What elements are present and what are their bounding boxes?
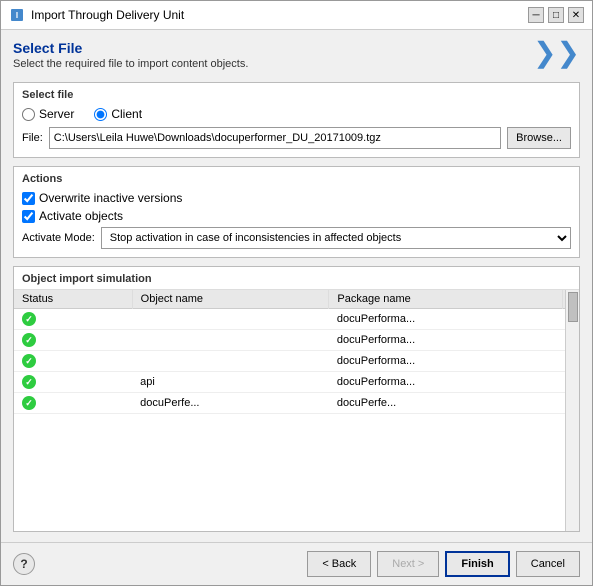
client-radio-item[interactable]: Client bbox=[94, 107, 142, 121]
package-name-cell: docuPerforma... bbox=[329, 330, 563, 351]
minimize-button[interactable]: ─ bbox=[528, 7, 544, 23]
finish-button[interactable]: Finish bbox=[445, 551, 509, 577]
package-name-cell: docuPerfe... bbox=[329, 393, 563, 414]
close-button[interactable]: ✕ bbox=[568, 7, 584, 23]
activate-checkbox-row[interactable]: Activate objects bbox=[22, 209, 571, 223]
object-name-cell: api bbox=[132, 372, 329, 393]
status-icon: ✓ bbox=[22, 333, 36, 347]
server-radio-label: Server bbox=[39, 107, 74, 121]
window-icon: I bbox=[9, 7, 25, 23]
table-row: ✓ api docuPerforma... bbox=[14, 372, 579, 393]
status-cell: ✓ bbox=[14, 351, 132, 372]
status-cell: ✓ bbox=[14, 309, 132, 330]
client-radio-label: Client bbox=[111, 107, 142, 121]
nav-buttons: < Back Next > Finish Cancel bbox=[307, 551, 580, 577]
overwrite-checkbox-row[interactable]: Overwrite inactive versions bbox=[22, 191, 571, 205]
page-header: Select File Select the required file to … bbox=[13, 40, 248, 70]
activate-label: Activate objects bbox=[39, 209, 123, 223]
server-radio[interactable] bbox=[22, 108, 35, 121]
select-file-group: Select file Server Client File: Browse..… bbox=[13, 82, 580, 158]
activate-mode-row: Activate Mode: Stop activation in case o… bbox=[22, 227, 571, 249]
col-object-name: Object name bbox=[132, 290, 329, 309]
title-bar: I Import Through Delivery Unit ─ □ ✕ bbox=[1, 1, 592, 30]
next-button[interactable]: Next > bbox=[377, 551, 439, 577]
scrollbar-track[interactable] bbox=[565, 290, 579, 531]
status-cell: ✓ bbox=[14, 372, 132, 393]
page-title: Select File bbox=[13, 40, 248, 56]
page-subtitle: Select the required file to import conte… bbox=[13, 58, 248, 70]
page-header-section: Select File Select the required file to … bbox=[13, 40, 580, 74]
source-selection: Server Client bbox=[22, 107, 571, 121]
package-name-cell: docuPerforma... bbox=[329, 351, 563, 372]
package-name-cell: docuPerforma... bbox=[329, 372, 563, 393]
object-name-cell bbox=[132, 351, 329, 372]
object-name-cell bbox=[132, 330, 329, 351]
activate-mode-select[interactable]: Stop activation in case of inconsistenci… bbox=[101, 227, 571, 249]
server-radio-item[interactable]: Server bbox=[22, 107, 74, 121]
col-package-name: Package name bbox=[329, 290, 563, 309]
table-header-row: Status Object name Package name bbox=[14, 290, 579, 309]
col-status: Status bbox=[14, 290, 132, 309]
status-cell: ✓ bbox=[14, 393, 132, 414]
file-label: File: bbox=[22, 132, 43, 144]
file-row: File: Browse... bbox=[22, 127, 571, 149]
navigation-arrow-icon: ❯❯ bbox=[533, 36, 580, 69]
browse-button[interactable]: Browse... bbox=[507, 127, 571, 149]
activate-mode-label: Activate Mode: bbox=[22, 232, 95, 244]
file-input[interactable] bbox=[49, 127, 501, 149]
status-cell: ✓ bbox=[14, 330, 132, 351]
overwrite-checkbox[interactable] bbox=[22, 192, 35, 205]
table-row: ✓ docuPerfe... docuPerfe... bbox=[14, 393, 579, 414]
actions-group: Actions Overwrite inactive versions Acti… bbox=[13, 166, 580, 258]
simulation-table: Status Object name Package name ✓ docuPe… bbox=[14, 290, 579, 414]
bottom-bar: ? < Back Next > Finish Cancel bbox=[1, 542, 592, 585]
simulation-label: Object import simulation bbox=[14, 267, 579, 289]
table-row: ✓ docuPerforma... bbox=[14, 309, 579, 330]
help-button[interactable]: ? bbox=[13, 553, 35, 575]
status-icon: ✓ bbox=[22, 375, 36, 389]
simulation-table-wrapper[interactable]: Status Object name Package name ✓ docuPe… bbox=[14, 290, 579, 531]
table-row: ✓ docuPerforma... bbox=[14, 351, 579, 372]
object-name-cell: docuPerfe... bbox=[132, 393, 329, 414]
simulation-table-container: Status Object name Package name ✓ docuPe… bbox=[14, 289, 579, 531]
window-title: Import Through Delivery Unit bbox=[31, 8, 522, 22]
status-icon: ✓ bbox=[22, 312, 36, 326]
window-controls: ─ □ ✕ bbox=[528, 7, 584, 23]
status-icon: ✓ bbox=[22, 354, 36, 368]
package-name-cell: docuPerforma... bbox=[329, 309, 563, 330]
status-icon: ✓ bbox=[22, 396, 36, 410]
object-name-cell bbox=[132, 309, 329, 330]
select-file-label: Select file bbox=[22, 89, 571, 101]
maximize-button[interactable]: □ bbox=[548, 7, 564, 23]
main-window: I Import Through Delivery Unit ─ □ ✕ Sel… bbox=[0, 0, 593, 586]
overwrite-label: Overwrite inactive versions bbox=[39, 191, 182, 205]
svg-text:I: I bbox=[16, 11, 18, 20]
activate-checkbox[interactable] bbox=[22, 210, 35, 223]
table-row: ✓ docuPerforma... bbox=[14, 330, 579, 351]
cancel-button[interactable]: Cancel bbox=[516, 551, 580, 577]
actions-label: Actions bbox=[22, 173, 571, 185]
back-button[interactable]: < Back bbox=[307, 551, 371, 577]
scrollbar-thumb[interactable] bbox=[568, 292, 578, 322]
client-radio[interactable] bbox=[94, 108, 107, 121]
simulation-group: Object import simulation Status Object n… bbox=[13, 266, 580, 532]
dialog-content: Select File Select the required file to … bbox=[1, 30, 592, 542]
